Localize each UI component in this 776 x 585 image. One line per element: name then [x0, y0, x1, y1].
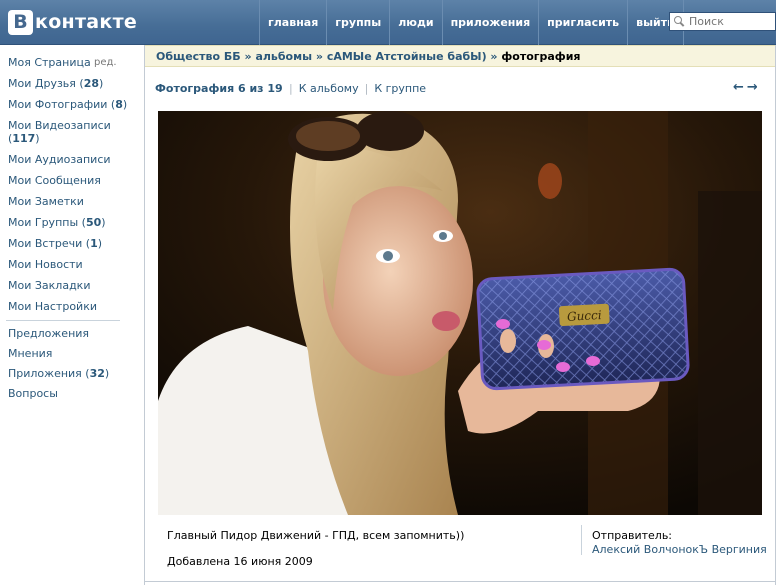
- menu-paren: ): [97, 237, 103, 250]
- menu-questions[interactable]: Вопросы: [0, 384, 126, 404]
- photo-date: Добавлена 16 июня 2009: [167, 555, 313, 568]
- info-divider: [581, 525, 582, 555]
- menu-label: Мои Сообщения: [8, 174, 101, 187]
- menu-offers[interactable]: Предложения: [0, 324, 126, 344]
- menu-paren: ): [35, 132, 40, 145]
- link-divider: |: [289, 82, 293, 95]
- photo-links: | К альбому | К группе: [283, 82, 426, 95]
- menu-label: Мои Аудиозаписи: [8, 153, 111, 166]
- menu-my-photos[interactable]: Мои Фотографии (8): [0, 94, 128, 115]
- logo-text: контакте: [35, 11, 138, 33]
- search-box[interactable]: [669, 12, 776, 31]
- menu-my-page[interactable]: Моя Страница ред.: [0, 52, 126, 73]
- sender-link[interactable]: Алексий ВолчонокЪ Вергиния: [592, 543, 767, 556]
- menu-label: Мои Закладки: [8, 279, 91, 292]
- photo-counter: Фотография 6 из 19: [155, 82, 283, 95]
- main-content: Общество ББ » альбомы » сАМЫе Атстойные …: [144, 45, 776, 585]
- nav-home[interactable]: главная: [259, 0, 326, 45]
- menu-my-groups[interactable]: Мои Группы (50): [0, 212, 126, 233]
- menu-paren: ): [99, 77, 104, 90]
- menu-label: Мои Новости: [8, 258, 83, 271]
- menu-label: Приложения (: [8, 367, 90, 380]
- menu-my-videos[interactable]: Мои Видеозаписи (117): [0, 115, 126, 149]
- menu-divider: [6, 320, 120, 321]
- menu-label: Мои Настройки: [8, 300, 97, 313]
- breadcrumb-current: фотография: [501, 50, 581, 63]
- menu-my-messages[interactable]: Мои Сообщения: [0, 170, 126, 191]
- menu-paren: ): [101, 216, 106, 229]
- menu-count: 32: [89, 367, 105, 380]
- breadcrumb-albums[interactable]: альбомы: [255, 50, 312, 63]
- menu-label: Мои Группы (: [8, 216, 86, 229]
- menu-applications[interactable]: Приложения (32): [0, 364, 126, 384]
- menu-label: Предложения: [8, 327, 90, 340]
- menu-my-notes[interactable]: Мои Заметки: [0, 191, 126, 212]
- bottom-border: [145, 581, 776, 582]
- menu-my-friends[interactable]: Мои Друзья (28): [0, 73, 126, 94]
- breadcrumb-group[interactable]: Общество ББ: [156, 50, 241, 63]
- sender-label: Отправитель:: [592, 529, 673, 542]
- main-photo[interactable]: Gucci: [158, 111, 762, 515]
- nav-groups[interactable]: группы: [326, 0, 389, 45]
- menu-my-news[interactable]: Мои Новости: [0, 254, 126, 275]
- breadcrumb-separator: »: [312, 50, 327, 63]
- header-bar: В контакте главная группы люди приложени…: [0, 0, 776, 45]
- menu-count: 1: [90, 237, 98, 250]
- menu-label: Вопросы: [8, 387, 58, 400]
- menu-my-bookmarks[interactable]: Мои Закладки: [0, 275, 126, 296]
- breadcrumb: Общество ББ » альбомы » сАМЫе Атстойные …: [145, 45, 775, 67]
- photo-image: Gucci: [158, 111, 762, 515]
- nav-people[interactable]: люди: [389, 0, 441, 45]
- top-navigation: главная группы люди приложения пригласит…: [259, 0, 684, 45]
- menu-count: 117: [12, 132, 36, 145]
- menu-label: Мои Заметки: [8, 195, 84, 208]
- logo-letter: В: [8, 9, 33, 35]
- menu-label: Мои Друзья (: [8, 77, 84, 90]
- nav-apps[interactable]: приложения: [441, 0, 539, 45]
- nav-invite[interactable]: пригласить: [538, 0, 627, 45]
- left-menu: Моя Страница ред. Мои Друзья (28) Мои Фо…: [0, 52, 128, 404]
- menu-my-events[interactable]: Мои Встречи (1): [0, 233, 126, 254]
- menu-my-settings[interactable]: Мои Настройки: [0, 296, 126, 317]
- link-divider: |: [364, 82, 369, 95]
- photo-nav-arrows[interactable]: ←→: [733, 80, 761, 95]
- menu-label: Мнения: [8, 347, 53, 360]
- to-group-link[interactable]: К группе: [374, 82, 426, 95]
- menu-my-page-label: Моя Страница: [8, 56, 91, 69]
- vkontakte-logo[interactable]: В контакте: [8, 9, 137, 35]
- menu-opinions[interactable]: Мнения: [0, 344, 126, 364]
- menu-paren: ): [104, 367, 110, 380]
- breadcrumb-separator: »: [486, 50, 502, 63]
- photo-caption: Главный Пидор Движений - ГПД, всем запом…: [167, 529, 465, 542]
- search-input[interactable]: [689, 15, 775, 28]
- breadcrumb-album[interactable]: сАМЫе Атстойные бабЫ): [327, 50, 487, 63]
- wallet-brand: Gucci: [567, 308, 602, 324]
- breadcrumb-separator: »: [240, 50, 256, 63]
- menu-count: 8: [115, 98, 123, 111]
- edit-link[interactable]: ред.: [94, 52, 117, 73]
- menu-count: 28: [83, 77, 100, 90]
- menu-my-audio[interactable]: Мои Аудиозаписи: [0, 149, 126, 170]
- to-album-link[interactable]: К альбому: [299, 82, 359, 95]
- menu-label: Мои Встречи (: [8, 237, 91, 250]
- search-icon: [673, 15, 686, 28]
- menu-paren: ): [122, 98, 128, 111]
- menu-count: 50: [85, 216, 102, 229]
- menu-label: Мои Фотографии (: [8, 98, 116, 111]
